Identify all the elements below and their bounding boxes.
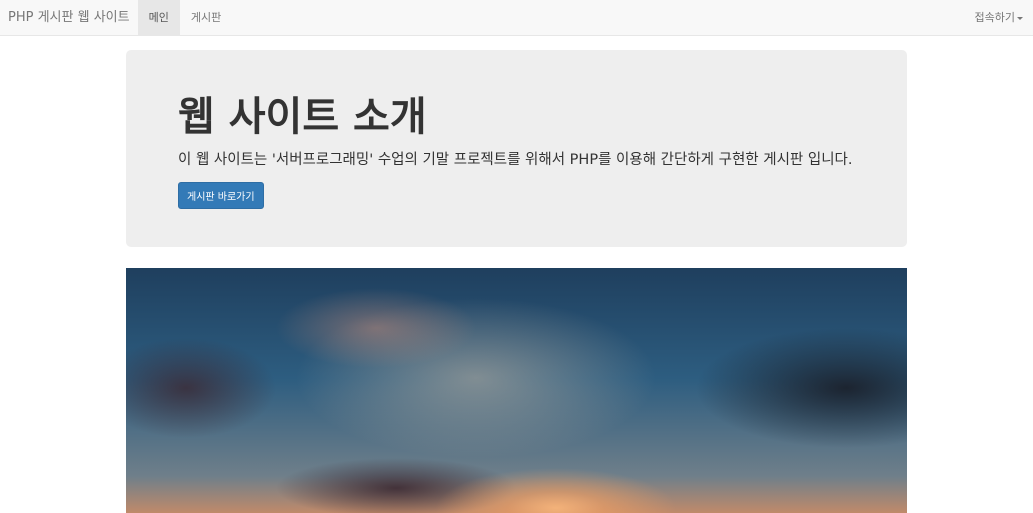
caret-down-icon — [1017, 16, 1023, 20]
brand-link[interactable]: PHP 게시판 웹 사이트 — [0, 0, 138, 35]
nav-item-main[interactable]: 메인 — [137, 0, 180, 35]
nav-item-board[interactable]: 게시판 — [180, 0, 232, 35]
intro-text: 이 웹 사이트는 '서버프로그래밍' 수업의 기말 프로젝트를 위해서 PHP를… — [178, 152, 853, 168]
page-title: 웹 사이트 소개 — [178, 94, 427, 140]
sky-photo — [126, 268, 907, 513]
connect-label: 접속하기 — [974, 11, 1015, 24]
jumbotron: 웹 사이트 소개 이 웹 사이트는 '서버프로그래밍' 수업의 기말 프로젝트를… — [126, 50, 907, 247]
connect-dropdown[interactable]: 접속하기 — [965, 0, 1033, 35]
go-to-board-button[interactable]: 게시판 바로가기 — [178, 182, 264, 209]
navbar: PHP 게시판 웹 사이트 메인 게시판 접속하기 — [0, 0, 1033, 36]
